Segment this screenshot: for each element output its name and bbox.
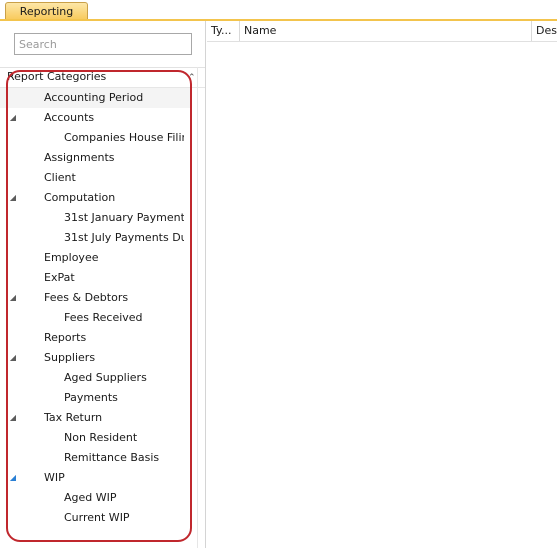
- tree-item[interactable]: ◢ WIP: [0, 468, 192, 488]
- report-categories-header: Report Categories: [7, 70, 107, 83]
- tree-item[interactable]: Aged Suppliers: [0, 368, 192, 388]
- search-input[interactable]: [15, 34, 191, 54]
- tree-item[interactable]: ◢ Suppliers: [0, 348, 192, 368]
- search-separator: [0, 67, 205, 68]
- tree-item-label: Current WIP: [64, 511, 130, 524]
- report-grid-header: Ty... Name Desc: [207, 21, 557, 42]
- tree-item-label: Non Resident: [64, 431, 138, 444]
- tree-item-label: Client: [44, 171, 76, 184]
- triangle-expanded-icon[interactable]: ◢: [8, 188, 18, 208]
- tree-item[interactable]: ExPat: [0, 268, 192, 288]
- tab-reporting[interactable]: Reporting: [5, 2, 88, 20]
- tree-item-label: Reports: [44, 331, 87, 344]
- tab-strip: Reporting: [0, 0, 557, 21]
- tree-item-label: ExPat: [44, 271, 75, 284]
- scrollbar-divider: [197, 67, 198, 548]
- tree-item[interactable]: Remittance Basis: [0, 448, 192, 468]
- column-header-description[interactable]: Desc: [532, 21, 557, 41]
- app-window: Reporting Report Categories Accounting P…: [0, 0, 557, 548]
- tree-item-label: Suppliers: [44, 351, 96, 364]
- tree-item-label: 31st July Payments Due: [64, 231, 184, 244]
- tree-item[interactable]: Aged WIP: [0, 488, 192, 508]
- triangle-expanded-icon[interactable]: ◢: [8, 408, 18, 428]
- tree-item[interactable]: ◢ Tax Return: [0, 408, 192, 428]
- tree-item[interactable]: Accounting Period: [0, 88, 192, 108]
- tree-item[interactable]: ◢ Fees & Debtors: [0, 288, 192, 308]
- triangle-expanded-icon[interactable]: ◢: [8, 108, 18, 128]
- tree-item[interactable]: Reports: [0, 328, 192, 348]
- tree-item[interactable]: Employee: [0, 248, 192, 268]
- tree-item[interactable]: Assignments: [0, 148, 192, 168]
- tree-item-label: Fees & Debtors: [44, 291, 129, 304]
- tree-item-label: Employee: [44, 251, 99, 264]
- tree-item[interactable]: Fees Received: [0, 308, 192, 328]
- tree-item-label: Payments: [64, 391, 118, 404]
- tree-item[interactable]: Payments: [0, 388, 192, 408]
- tree-item[interactable]: 31st January Payments Du: [0, 208, 192, 228]
- column-header-name[interactable]: Name: [240, 21, 532, 41]
- tree-item[interactable]: Companies House Filing: [0, 128, 192, 148]
- tree-item-label: Tax Return: [44, 411, 103, 424]
- triangle-expanded-icon[interactable]: ◢: [8, 288, 18, 308]
- report-categories-panel: Report Categories Accounting Period◢Acco…: [0, 21, 206, 548]
- tree-item-label: Assignments: [44, 151, 115, 164]
- tree-item-label: Fees Received: [64, 311, 143, 324]
- column-header-type[interactable]: Ty...: [207, 21, 240, 41]
- tree-item-label: WIP: [44, 471, 65, 484]
- tree-item[interactable]: ◢ Computation: [0, 188, 192, 208]
- tree-item-label: Remittance Basis: [64, 451, 160, 464]
- tree-item-label: Companies House Filing: [64, 131, 184, 144]
- tree-item-label: Accounting Period: [44, 91, 144, 104]
- tree-item-label: Aged WIP: [64, 491, 117, 504]
- tree-item[interactable]: ◢ Accounts: [0, 108, 192, 128]
- triangle-expanded-icon[interactable]: ◢: [8, 468, 18, 488]
- tree-item[interactable]: Client: [0, 168, 192, 188]
- tree-item-label: Aged Suppliers: [64, 371, 147, 384]
- tree-item[interactable]: Non Resident: [0, 428, 192, 448]
- search-box[interactable]: [14, 33, 192, 55]
- tree-item-label: Accounts: [44, 111, 95, 124]
- chevron-up-icon[interactable]: ⌃: [188, 73, 196, 83]
- tree-item-label: 31st January Payments Du: [64, 211, 184, 224]
- tree-item-label: Computation: [44, 191, 116, 204]
- triangle-expanded-icon[interactable]: ◢: [8, 348, 18, 368]
- tree-item[interactable]: 31st July Payments Due: [0, 228, 192, 248]
- tree-item[interactable]: Current WIP: [0, 508, 192, 528]
- category-tree: Accounting Period ◢ Accounts Companies Hous…: [0, 88, 192, 548]
